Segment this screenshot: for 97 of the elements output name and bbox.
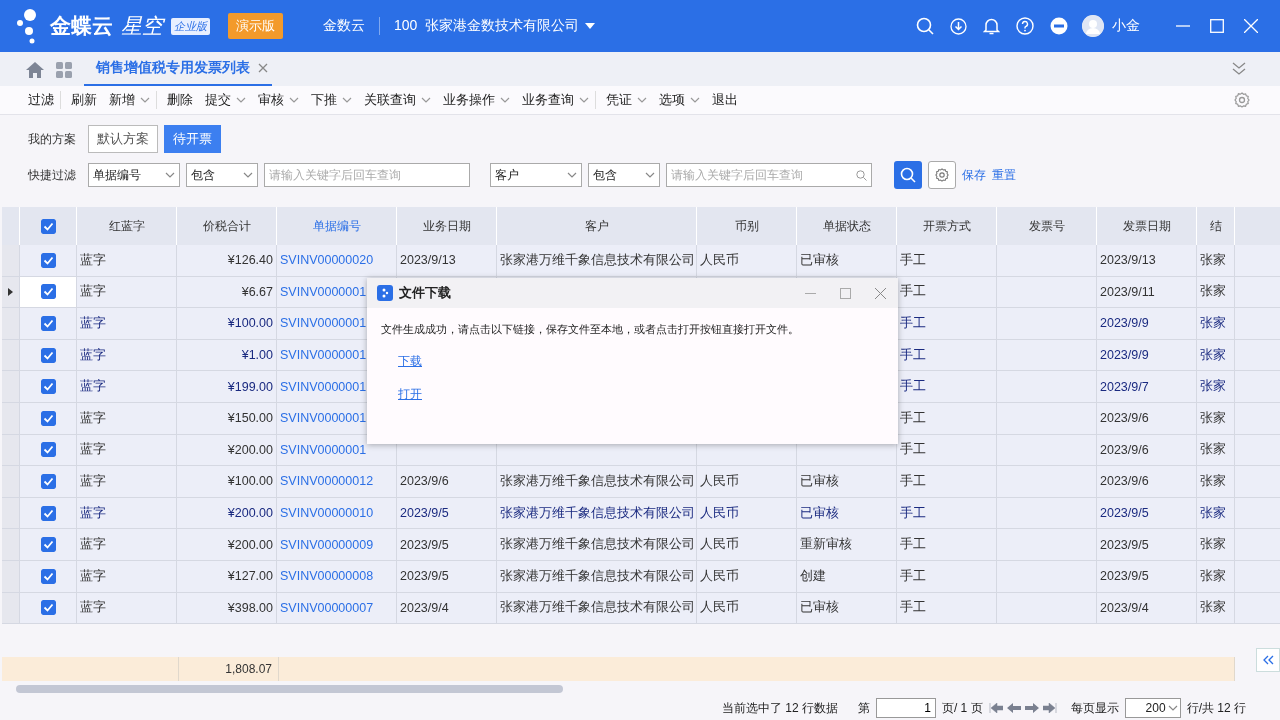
dialog-title: 文件下载	[399, 284, 451, 302]
table-cell: 2023/9/7	[1100, 379, 1149, 394]
table-cell: 张家	[1200, 346, 1226, 364]
table-cell: 张家	[1200, 472, 1226, 490]
table-cell: 张家港万维千象信息技术有限公司	[500, 472, 695, 490]
table-cell: 张家	[1200, 409, 1226, 427]
table-cell: 蓝字	[80, 441, 106, 459]
table-cell: 张家	[1200, 567, 1226, 585]
edition-badge: 企业版	[171, 17, 210, 35]
table-cell: 手工	[900, 251, 926, 269]
table-cell: ¥200.00	[227, 506, 273, 521]
table-cell: 手工	[900, 504, 926, 522]
selection-count: 当前选中了 12 行数据	[721, 699, 838, 717]
table-cell: 蓝字	[80, 599, 106, 617]
table-cell: ¥100.00	[227, 474, 273, 489]
table-cell: 张家	[1200, 504, 1226, 522]
table-cell: 2023/9/4	[1100, 600, 1149, 615]
table-cell: 手工	[900, 472, 926, 490]
table-cell: 人民币	[700, 504, 739, 522]
table-cell: 张家	[1200, 536, 1226, 554]
table-cell: 手工	[900, 283, 926, 301]
table-cell: ¥127.00	[227, 569, 273, 584]
quick-filter-label: 快捷过滤	[28, 166, 76, 184]
demo-badge: 演示版	[228, 13, 283, 39]
table-cell: 张家港万维千象信息技术有限公司	[500, 504, 695, 522]
table-cell: 2023/9/9	[1100, 348, 1149, 363]
table-cell: 2023/9/4	[400, 600, 449, 615]
table-cell: 人民币	[700, 251, 739, 269]
table-cell: 蓝字	[80, 504, 106, 522]
table-cell: ¥200.00	[227, 442, 273, 457]
table-cell: 蓝字	[80, 567, 106, 585]
table-cell: 2023/9/5	[1100, 569, 1149, 584]
table-cell: 蓝字	[80, 409, 106, 427]
table-cell: 手工	[900, 315, 926, 332]
brand-name: 金蝶云	[50, 13, 113, 39]
table-cell: 张家	[1200, 283, 1226, 301]
table-cell: 手工	[900, 409, 926, 427]
table-cell: 手工	[900, 567, 926, 585]
table-cell: 2023/9/11	[1100, 284, 1155, 299]
table-cell: ¥1.00	[241, 348, 273, 363]
scheme-label: 我的方案	[28, 130, 76, 148]
table-cell: 人民币	[700, 536, 739, 554]
table-cell: 2023/9/13	[400, 253, 456, 268]
rows-total: 行/共 12 行	[1186, 699, 1246, 717]
table-cell: 张家	[1200, 251, 1226, 269]
table-cell: 2023/9/5	[1100, 537, 1149, 552]
table-cell: 张家	[1200, 315, 1226, 332]
table-cell: 张家港万维千象信息技术有限公司	[500, 251, 695, 269]
dialog-message: 文件生成成功，请点击以下链接，保存文件至本地，或者点击打开按钮直接打开文件。	[380, 322, 800, 337]
table-cell: ¥6.67	[241, 284, 273, 299]
table-cell: ¥150.00	[227, 411, 273, 426]
table-cell: ¥200.00	[227, 537, 273, 552]
table-cell: 张家	[1200, 378, 1226, 396]
table-cell: 2023/9/5	[400, 537, 449, 552]
table-cell: 张家	[1200, 599, 1226, 617]
table-cell: 张家港万维千象信息技术有限公司	[500, 599, 695, 617]
table-cell: 蓝字	[80, 472, 106, 490]
table-cell: 张家	[1200, 441, 1226, 459]
table-cell: 2023/9/6	[400, 474, 449, 489]
table-cell: 2023/9/5	[1100, 506, 1149, 521]
table-cell: 已审核	[800, 251, 839, 269]
table-cell: 手工	[900, 441, 926, 459]
table-cell: 人民币	[700, 599, 739, 617]
table-cell: 张家港万维千象信息技术有限公司	[500, 567, 695, 585]
table-cell: 人民币	[700, 472, 739, 490]
table-cell: 2023/9/9	[1100, 316, 1149, 331]
page-total: 页/ 1 页	[941, 699, 983, 717]
table-cell: 蓝字	[80, 283, 106, 301]
table-cell: 2023/9/5	[400, 569, 449, 584]
table-cell: 已审核	[800, 472, 839, 490]
table-cell: 张家港万维千象信息技术有限公司	[500, 536, 695, 554]
table-cell: ¥199.00	[227, 379, 273, 394]
table-cell: ¥126.40	[227, 253, 273, 268]
total-amount: 1,808.07	[225, 662, 272, 676]
page-label: 第	[857, 699, 870, 717]
table-cell: 手工	[900, 536, 926, 554]
table-cell: ¥398.00	[227, 600, 273, 615]
table-cell: 2023/9/6	[1100, 442, 1149, 457]
table-cell: 已审核	[800, 504, 839, 522]
table-cell: 2023/9/6	[1100, 411, 1149, 426]
table-cell: 手工	[900, 599, 926, 617]
table-cell: 蓝字	[80, 346, 106, 364]
table-cell: 人民币	[700, 567, 739, 585]
table-cell: 手工	[900, 346, 926, 364]
table-cell: 2023/9/5	[400, 506, 449, 521]
table-cell: 已审核	[800, 599, 839, 617]
table-cell: 重新审核	[800, 536, 852, 554]
table-cell: 创建	[800, 567, 826, 585]
table-cell: 蓝字	[80, 378, 106, 396]
table-cell: 蓝字	[80, 315, 106, 332]
table-cell: 手工	[900, 378, 926, 396]
table-cell: 2023/9/6	[1100, 474, 1149, 489]
table-cell: ¥100.00	[227, 316, 273, 331]
table-cell: 2023/9/13	[1100, 253, 1156, 268]
per-page-label: 每页显示	[1070, 699, 1119, 717]
table-cell: 蓝字	[80, 251, 106, 269]
table-cell: 蓝字	[80, 536, 106, 554]
